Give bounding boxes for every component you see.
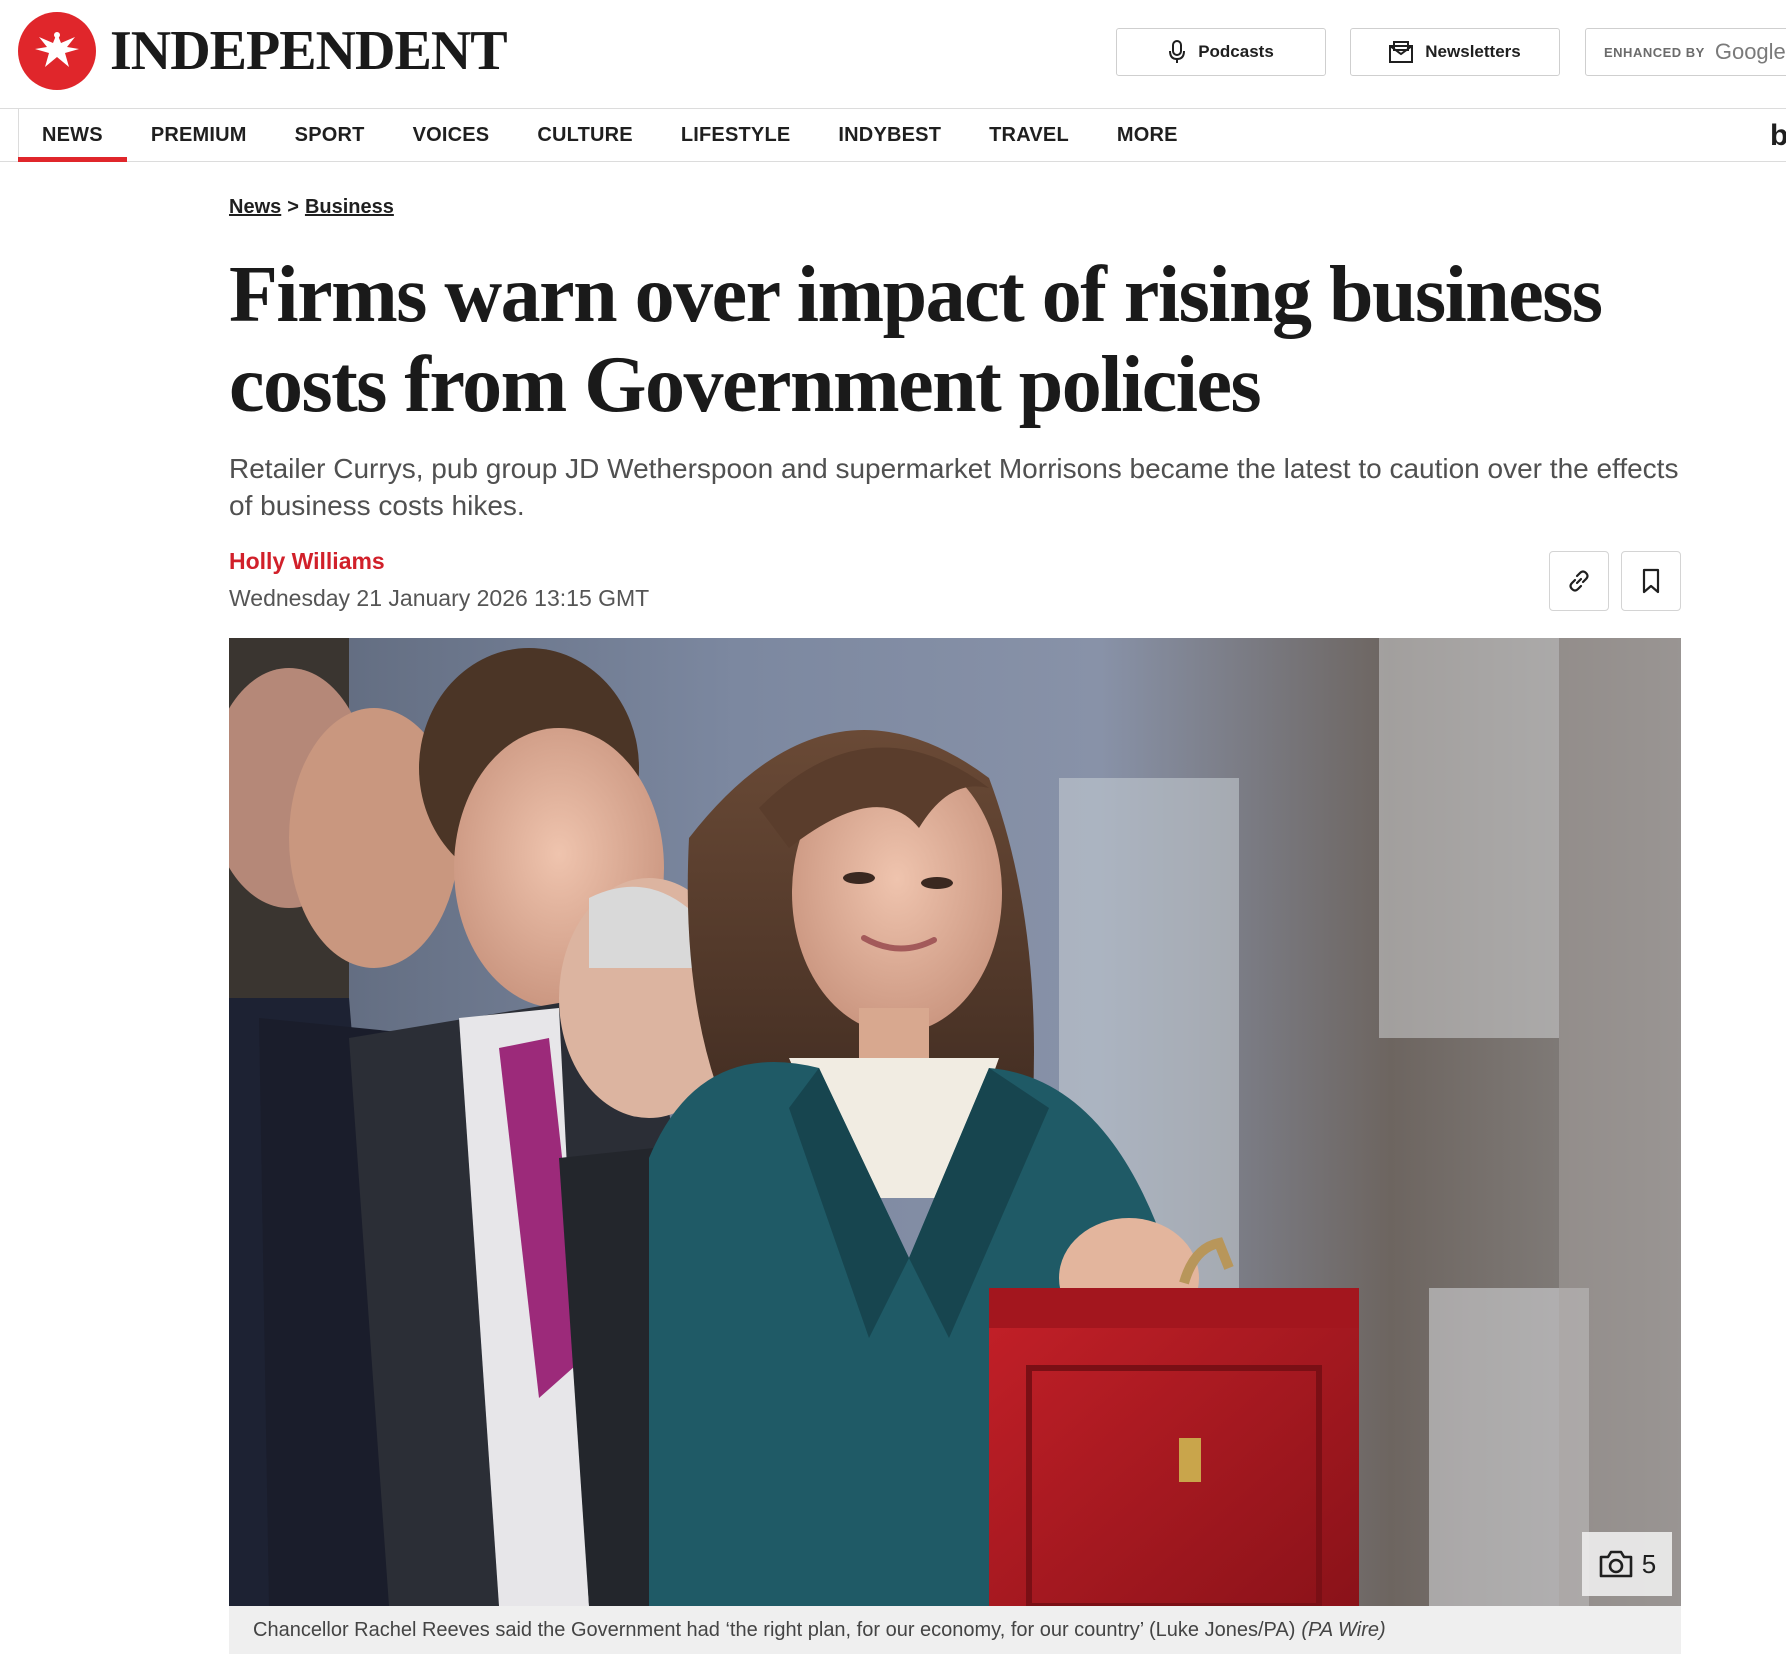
caption-credit: (PA Wire) (1301, 1619, 1386, 1641)
caption-text: Chancellor Rachel Reeves said the Govern… (253, 1619, 1296, 1641)
site-header: INDEPENDENT Podcasts Newsletters ENHANCE… (0, 0, 1786, 108)
nav-item-culture[interactable]: CULTURE (513, 109, 656, 161)
main-nav: NEWS PREMIUM SPORT VOICES CULTURE LIFEST… (0, 108, 1786, 162)
publish-date: Wednesday 21 January 2026 13:15 GMT (229, 585, 650, 611)
enhanced-by-label: ENHANCED BY (1604, 44, 1705, 60)
nav-item-premium[interactable]: PREMIUM (127, 109, 271, 161)
google-brand: Google (1714, 39, 1786, 64)
camera-icon (1599, 1550, 1633, 1578)
envelope-icon (1389, 41, 1414, 63)
lead-photo[interactable] (229, 638, 1681, 1606)
gallery-button[interactable]: 5 (1582, 1532, 1672, 1596)
photo-caption: Chancellor Rachel Reeves said the Govern… (229, 1606, 1681, 1654)
breadcrumb-business[interactable]: Business (305, 196, 394, 218)
copy-link-button[interactable] (1549, 551, 1609, 611)
nav-item-sport[interactable]: SPORT (271, 109, 389, 161)
gallery-count: 5 (1641, 1548, 1657, 1579)
nav-item-more[interactable]: MORE (1093, 109, 1202, 161)
eagle-icon (18, 12, 96, 90)
search-box[interactable]: ENHANCED BY Google (1585, 28, 1786, 76)
link-icon (1569, 570, 1589, 592)
breadcrumb-separator: > (287, 196, 299, 218)
newsletters-label: Newsletters (1425, 42, 1521, 61)
nav-item-indybest[interactable]: INDYBEST (814, 109, 965, 161)
lead-photo-illustration (229, 638, 1681, 1606)
logo-text: INDEPENDENT (110, 20, 508, 82)
bookmark-button[interactable] (1621, 551, 1681, 611)
nav-items: NEWS PREMIUM SPORT VOICES CULTURE LIFEST… (18, 109, 1202, 162)
bookmark-icon (1642, 568, 1660, 594)
nav-right-glyph[interactable]: b (1770, 119, 1786, 153)
independent-logo[interactable]: INDEPENDENT (18, 12, 508, 90)
podcasts-button[interactable]: Podcasts (1116, 28, 1326, 76)
nav-item-voices[interactable]: VOICES (389, 109, 514, 161)
nav-item-lifestyle[interactable]: LIFESTYLE (657, 109, 815, 161)
author-link[interactable]: Holly Williams (229, 548, 385, 575)
breadcrumb: News > Business (229, 196, 394, 219)
newsletters-button[interactable]: Newsletters (1350, 28, 1560, 76)
breadcrumb-news[interactable]: News (229, 196, 281, 218)
article-headline: Firms warn over impact of rising busines… (229, 251, 1603, 429)
article-standfirst: Retailer Currys, pub group JD Wetherspoo… (229, 453, 1679, 521)
nav-item-travel[interactable]: TRAVEL (965, 109, 1093, 161)
microphone-icon (1169, 40, 1186, 63)
nav-item-news[interactable]: NEWS (18, 109, 127, 162)
podcasts-label: Podcasts (1198, 42, 1274, 61)
